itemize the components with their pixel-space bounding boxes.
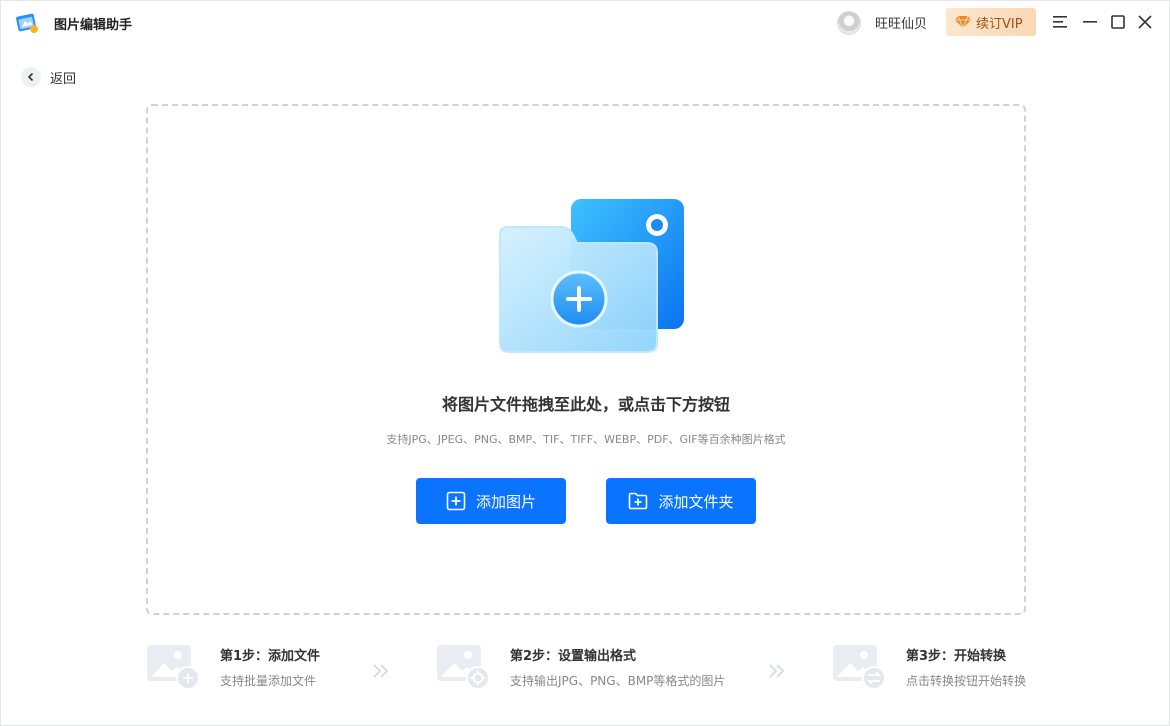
step-2-title: 第2步：设置输出格式 [510, 649, 637, 664]
step-2-desc: 支持输出JPG、PNG、BMP等格式的图片 [510, 674, 726, 688]
back-icon-wrap [21, 67, 41, 87]
double-chevron-right-icon [769, 664, 785, 678]
add-folder-button[interactable]: 添加文件夹 [606, 478, 756, 524]
close-icon [1138, 15, 1152, 29]
drop-zone-title: 将图片文件拖拽至此处，或点击下方按钮 [441, 395, 730, 414]
add-folder-label: 添加文件夹 [658, 492, 734, 511]
avatar[interactable] [837, 11, 861, 35]
add-image-label: 添加图片 [475, 492, 536, 511]
add-folder-illustration-icon [499, 199, 684, 353]
close-button[interactable] [1135, 12, 1155, 32]
minimize-button[interactable] [1080, 12, 1100, 32]
menu-button[interactable] [1050, 12, 1070, 32]
maximize-button[interactable] [1108, 12, 1128, 32]
diamond-icon [955, 15, 971, 29]
step-3-desc: 点击转换按钮开始转换 [906, 674, 1027, 688]
supported-formats-text: 支持JPG、JPEG、PNG、BMP、TIF、TIFF、WEBP、PDF、GIF… [386, 433, 786, 446]
vip-label: 续订VIP [976, 16, 1023, 32]
minimize-icon [1083, 21, 1097, 23]
folder-plus-icon [629, 492, 648, 510]
maximize-icon [1111, 15, 1125, 29]
plus-square-icon [446, 491, 466, 511]
chevron-left-icon [27, 72, 34, 82]
step-1-title: 第1步：添加文件 [220, 649, 321, 664]
back-label: 返回 [50, 71, 77, 87]
step-3-title: 第3步：开始转换 [906, 649, 1007, 664]
app-title: 图片编辑助手 [54, 18, 133, 33]
double-chevron-right-icon [373, 664, 389, 678]
file-drop-zone[interactable] [146, 104, 1026, 615]
renew-vip-button[interactable]: 续订VIP [946, 8, 1036, 36]
app-logo-icon [16, 13, 38, 33]
add-image-button[interactable]: 添加图片 [416, 478, 566, 524]
app-window: 图片编辑助手 旺旺仙贝 续订VIP 返回 将图片文件拖拽至此处，或点击下方按钮 … [0, 0, 1170, 726]
title-bar: 图片编辑助手 旺旺仙贝 续订VIP [1, 1, 1169, 43]
step-1-desc: 支持批量添加文件 [220, 674, 317, 688]
step-start-convert-icon [833, 645, 886, 689]
back-button[interactable]: 返回 [21, 67, 76, 87]
step-add-file-icon [147, 645, 200, 689]
menu-icon [1053, 16, 1067, 28]
user-name[interactable]: 旺旺仙贝 [875, 13, 927, 32]
step-output-format-icon [437, 645, 490, 689]
